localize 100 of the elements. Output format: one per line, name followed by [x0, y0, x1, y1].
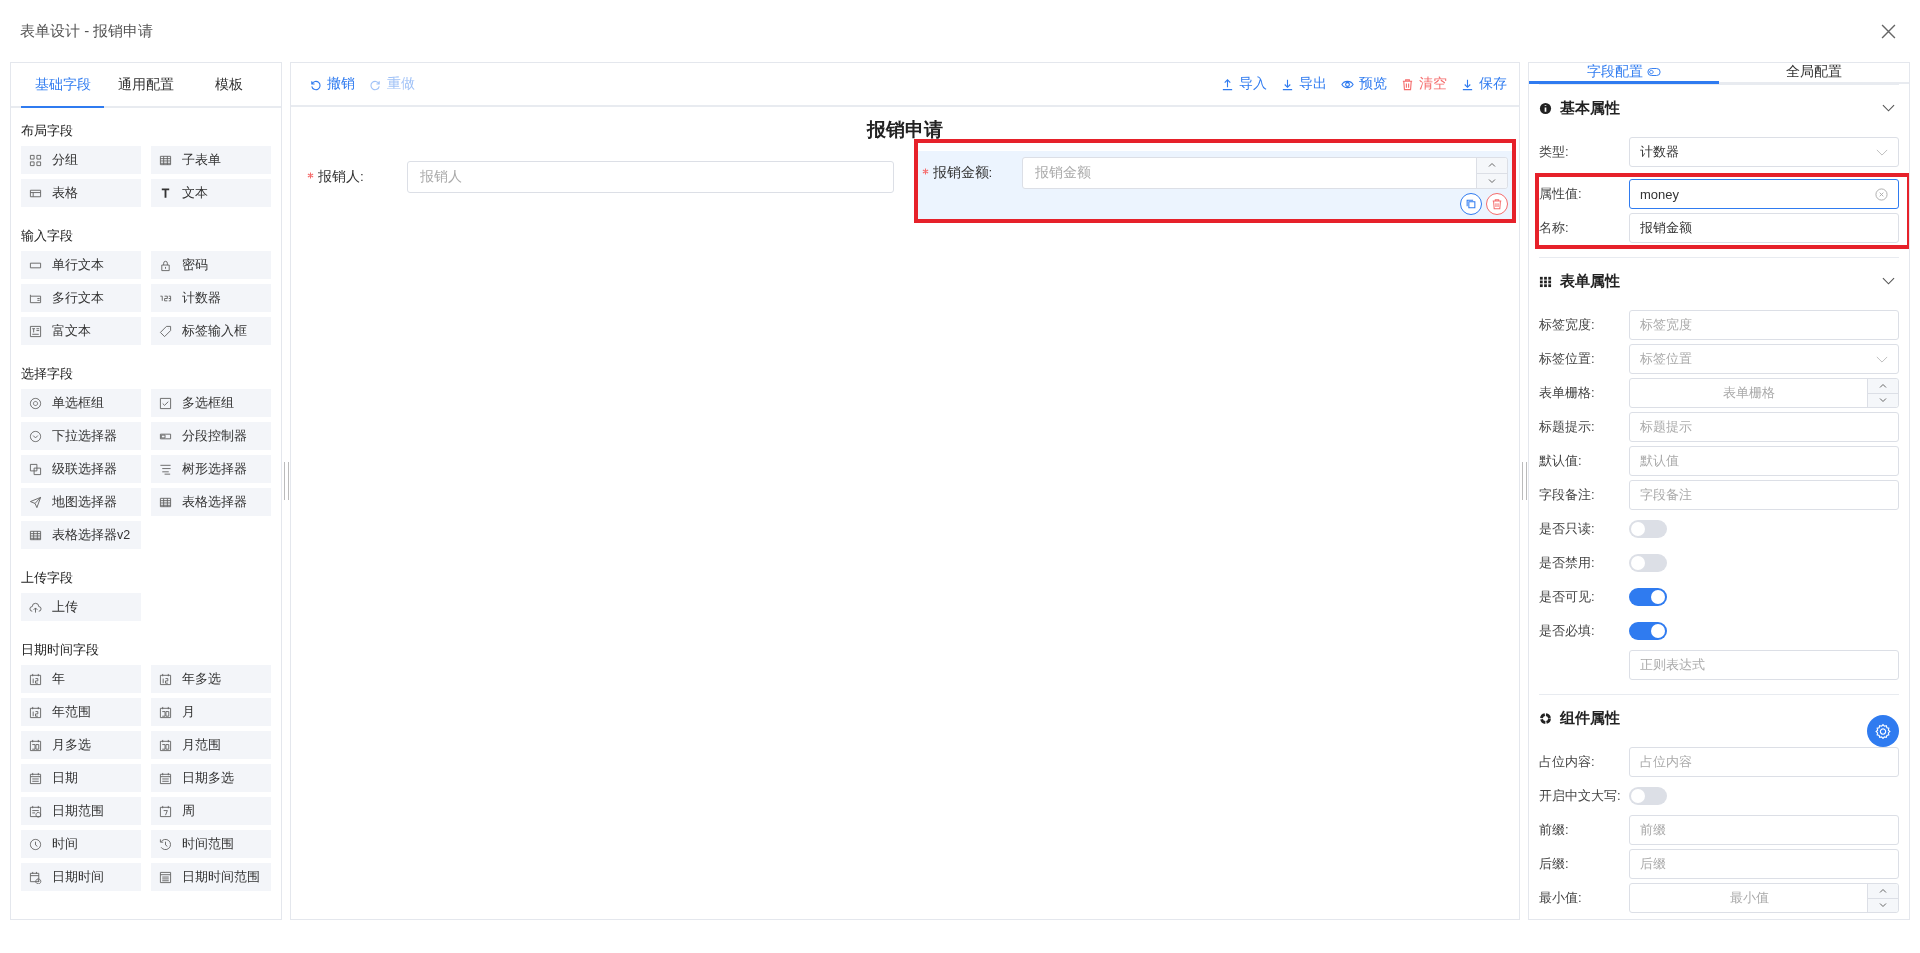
section-icon	[1539, 101, 1552, 115]
field-type-item[interactable]: 月	[151, 698, 271, 726]
field-type-item[interactable]: 年范围	[21, 698, 141, 726]
trash-icon	[1491, 198, 1503, 210]
form-field[interactable]: 报销人: 报销人	[303, 155, 898, 199]
field-type-item[interactable]: 上传	[21, 593, 141, 621]
field-type-icon	[159, 738, 172, 752]
field-type-icon	[159, 804, 172, 818]
field-type-item[interactable]: 时间范围	[151, 830, 271, 858]
field-type-item[interactable]: 下拉选择器	[21, 422, 141, 450]
field-type-item[interactable]: 日期范围	[21, 797, 141, 825]
chevron-icon[interactable]	[1882, 104, 1895, 112]
field-value: money	[1640, 186, 1681, 202]
field-type-item[interactable]: 密码	[151, 251, 271, 279]
field-type-item[interactable]: 分段控制器	[151, 422, 271, 450]
field-type-item[interactable]: 时间	[21, 830, 141, 858]
field-type-label: 日期多选	[182, 769, 234, 787]
placeholder-text: 默认值	[1640, 452, 1680, 470]
toolbar-button[interactable]: 撤销	[309, 75, 355, 93]
field-type-item[interactable]: 单行文本	[21, 251, 141, 279]
field-type-item[interactable]: 月多选	[21, 731, 141, 759]
field-type-item[interactable]: 级联选择器	[21, 455, 141, 483]
field-type-icon	[29, 870, 42, 884]
field-type-item[interactable]: 子表单	[151, 146, 271, 174]
field-type-item[interactable]: 多行文本	[21, 284, 141, 312]
field-type-icon	[159, 672, 172, 686]
config-tab[interactable]: 全局配置	[1719, 63, 1909, 84]
form-title: 报销申请	[865, 118, 944, 142]
copy-button[interactable]	[1460, 193, 1482, 215]
field-type-item[interactable]: 表格选择器	[151, 488, 271, 516]
field-type-icon	[29, 153, 42, 167]
text-input[interactable]: money	[1629, 179, 1899, 209]
field-type-item[interactable]: 分组	[21, 146, 141, 174]
group-title: 输入字段	[21, 227, 74, 245]
field-type-icon	[159, 870, 172, 884]
field-type-item[interactable]: 文本	[151, 179, 271, 207]
field-type-item[interactable]: 单选框组	[21, 389, 141, 417]
property-label: 标题提示:	[1539, 418, 1596, 436]
field-type-icon	[159, 324, 172, 338]
field-type-item[interactable]: 树形选择器	[151, 455, 271, 483]
group-title: 上传字段	[21, 569, 74, 587]
field-type-label: 月范围	[182, 736, 221, 754]
toggle-switch[interactable]	[1629, 588, 1667, 606]
toggle-switch[interactable]	[1629, 787, 1667, 805]
field-type-item[interactable]: 标签输入框	[151, 317, 271, 345]
field-type-label: 周	[182, 802, 195, 820]
field-type-item[interactable]: 日期多选	[151, 764, 271, 792]
field-type-item[interactable]: 周	[151, 797, 271, 825]
field-type-item[interactable]: 表格选择器v2	[21, 521, 141, 549]
field-type-label: 年	[52, 670, 65, 688]
splitter-handle[interactable]	[283, 462, 289, 500]
chevron-icon[interactable]	[1882, 277, 1895, 285]
splitter-handle[interactable]	[1521, 462, 1527, 500]
field-type-item[interactable]: 表格	[21, 179, 141, 207]
group-title: 选择字段	[21, 365, 74, 383]
property-label: 是否禁用:	[1539, 554, 1596, 572]
delete-button[interactable]	[1486, 193, 1508, 215]
placeholder-text: 标题提示	[1640, 418, 1693, 436]
toggle-switch[interactable]	[1629, 554, 1667, 572]
property-label: 是否必填:	[1539, 622, 1596, 640]
text-input[interactable]: 报销金额	[1629, 213, 1899, 243]
field-type-item[interactable]: 地图选择器	[21, 488, 141, 516]
download-arrow-icon	[1281, 77, 1294, 91]
field-type-item[interactable]: 年多选	[151, 665, 271, 693]
field-type-item[interactable]: 月范围	[151, 731, 271, 759]
field-type-item[interactable]: 日期时间范围	[151, 863, 271, 891]
settings-button[interactable]	[1867, 715, 1899, 747]
field-type-item[interactable]: 计数器	[151, 284, 271, 312]
field-type-item[interactable]: 年	[21, 665, 141, 693]
field-type-icon	[159, 258, 172, 272]
toggle-switch[interactable]	[1629, 622, 1667, 640]
field-type-item[interactable]: 日期	[21, 764, 141, 792]
property-label: 表单栅格:	[1539, 384, 1596, 402]
palette-tab[interactable]: 通用配置	[104, 63, 188, 108]
field-type-icon	[29, 495, 42, 509]
placeholder-text: 最小值	[1729, 889, 1769, 907]
field-type-item[interactable]: 日期时间	[21, 863, 141, 891]
field-type-icon	[159, 186, 172, 200]
palette-tab[interactable]: 基础字段	[21, 63, 105, 108]
toolbar-button[interactable]: 预览	[1341, 75, 1387, 93]
field-type-item[interactable]: 多选框组	[151, 389, 271, 417]
field-type-label: 计数器	[182, 289, 221, 307]
upload-arrow-icon	[1221, 77, 1234, 91]
select-field[interactable]: 计数器	[1629, 137, 1899, 167]
config-tab[interactable]: 字段配置	[1529, 63, 1719, 84]
property-label: 占位内容:	[1539, 753, 1596, 771]
clear-icon[interactable]	[1875, 187, 1888, 201]
toolbar-button[interactable]: 导入	[1221, 75, 1267, 93]
field-type-icon	[29, 396, 42, 410]
toolbar-button[interactable]: 导出	[1281, 75, 1327, 93]
property-label: 后缀:	[1539, 855, 1570, 873]
toggle-switch[interactable]	[1629, 520, 1667, 538]
field-type-label: 日期	[52, 769, 78, 787]
field-type-icon	[29, 462, 42, 476]
palette-tab[interactable]: 模板	[187, 63, 271, 108]
form-field[interactable]: 报销金额: 报销金额	[917, 151, 1512, 219]
field-type-item[interactable]: 富文本	[21, 317, 141, 345]
toolbar-button[interactable]: 保存	[1461, 75, 1507, 93]
section-icon	[1539, 711, 1552, 725]
close-icon[interactable]	[1881, 23, 1896, 39]
